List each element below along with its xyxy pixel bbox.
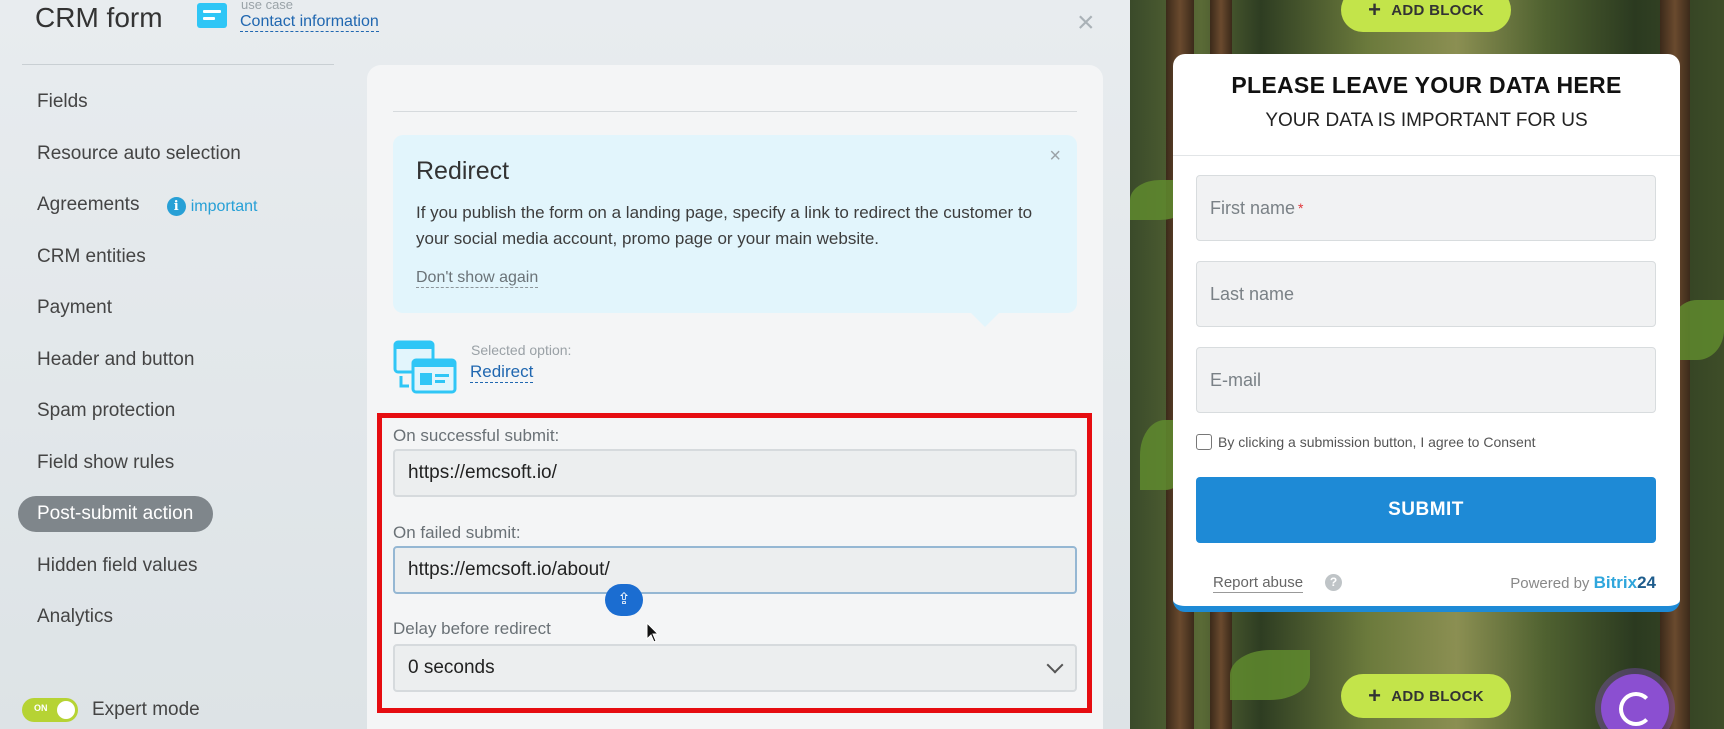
drag-handle-icon[interactable]: ⇪ — [605, 584, 643, 616]
form-title: PLEASE LEAVE YOUR DATA HERE — [1231, 72, 1622, 98]
form-icon — [197, 3, 227, 28]
toggle-on-text: ON — [34, 703, 48, 713]
sidebar-item-field-show-rules[interactable]: Field show rules — [18, 445, 194, 481]
sidebar-item-crm-entities[interactable]: CRM entities — [18, 239, 166, 275]
close-icon[interactable]: × — [1077, 6, 1095, 40]
delay-select[interactable]: 0 seconds — [393, 644, 1077, 692]
sidebar-nav: Fields Resource auto selection Agreement… — [18, 84, 338, 651]
add-block-button[interactable]: + ADD BLOCK — [1341, 0, 1511, 32]
expert-mode-toggle[interactable]: ON — [22, 698, 78, 722]
sidebar-item-label: Post-submit action — [37, 503, 194, 524]
failed-url-input[interactable]: https://emcsoft.io/about/ — [393, 546, 1077, 594]
leaf — [1230, 650, 1310, 700]
powered-by-text: Powered by — [1510, 575, 1590, 592]
sidebar-item-payment[interactable]: Payment — [18, 290, 132, 326]
sidebar-item-label: Field show rules — [37, 451, 175, 473]
first-name-field[interactable]: First name * — [1196, 175, 1656, 241]
report-abuse-link[interactable]: Report abuse — [1213, 574, 1304, 593]
sidebar-item-label: Analytics — [37, 606, 114, 627]
sidebar-item-spam-protection[interactable]: Spam protection — [18, 393, 195, 429]
brand-name: Bitrix — [1593, 573, 1638, 592]
add-block-label: ADD BLOCK — [1391, 1, 1484, 19]
sidebar-item-post-submit-action[interactable]: Post-submit action — [18, 496, 214, 532]
form-divider — [1173, 155, 1680, 156]
important-badge[interactable]: i important — [166, 189, 258, 225]
sidebar-item-label: Agreements — [37, 194, 140, 215]
chevron-down-icon — [1046, 656, 1064, 674]
selected-option-value[interactable]: Redirect — [470, 362, 534, 383]
bitrix24-logo: Bitrix24 — [1594, 573, 1656, 592]
plus-icon: + — [1368, 0, 1382, 22]
tip-text: If you publish the form on a landing pag… — [416, 203, 1033, 248]
selected-option-label: Selected option: — [471, 342, 572, 358]
powered-by: Powered by Bitrix24 — [1510, 573, 1656, 593]
close-icon[interactable]: × — [1049, 145, 1061, 168]
email-placeholder: E-mail — [1210, 370, 1262, 390]
last-name-field[interactable]: Last name — [1196, 261, 1656, 327]
sidebar-item-label: Fields — [37, 91, 88, 112]
required-mark: * — [1298, 200, 1304, 216]
important-label: important — [190, 197, 258, 215]
sidebar-item-label: Spam protection — [37, 400, 176, 421]
expert-mode-label: Expert mode — [92, 699, 200, 720]
last-name-placeholder: Last name — [1210, 284, 1295, 304]
delay-select-value: 0 seconds — [408, 657, 495, 678]
success-url-input[interactable]: https://emcsoft.io/ — [393, 449, 1077, 497]
consent-text: By clicking a submission button, I agree… — [1218, 434, 1536, 450]
sidebar-item-label: Hidden field values — [37, 554, 198, 576]
usecase-link[interactable]: Contact information — [240, 13, 379, 32]
submit-button[interactable]: SUBMIT — [1196, 477, 1656, 543]
add-block-button[interactable]: + ADD BLOCK — [1341, 674, 1511, 718]
tip-title: Redirect — [416, 157, 510, 185]
success-url-label: On successful submit: — [393, 426, 560, 445]
brand-number: 24 — [1637, 573, 1656, 592]
plus-icon: + — [1368, 683, 1382, 708]
form-subtitle: YOUR DATA IS IMPORTANT FOR US — [1265, 110, 1588, 131]
form-preview-card: PLEASE LEAVE YOUR DATA HERE YOUR DATA IS… — [1173, 54, 1680, 612]
first-name-placeholder: First name — [1210, 198, 1296, 218]
dont-show-again-link[interactable]: Don't show again — [416, 269, 539, 288]
sidebar-item-hidden-field-values[interactable]: Hidden field values — [18, 548, 218, 584]
consent-checkbox[interactable] — [1196, 434, 1212, 450]
mouse-cursor-icon — [646, 622, 660, 643]
sidebar-item-header-and-button[interactable]: Header and button — [18, 342, 214, 378]
toggle-knob — [57, 701, 75, 719]
add-block-label: ADD BLOCK — [1391, 687, 1484, 705]
card-divider — [393, 111, 1077, 112]
sidebar-divider — [22, 64, 334, 65]
app-title: CRM form — [35, 2, 163, 33]
expert-mode: ON Expert mode — [22, 698, 200, 722]
sidebar-item-label: Header and button — [37, 348, 195, 370]
sidebar-item-resource-auto-selection[interactable]: Resource auto selection — [18, 136, 261, 172]
delay-label: Delay before redirect — [393, 619, 551, 638]
failed-url-label: On failed submit: — [393, 523, 521, 542]
email-field[interactable]: E-mail — [1196, 347, 1656, 413]
help-icon[interactable]: ? — [1325, 574, 1342, 591]
usecase-label: use case — [241, 0, 294, 12]
info-icon: i — [166, 197, 186, 216]
redirect-tip: Redirect If you publish the form on a la… — [393, 135, 1077, 327]
sidebar-item-fields[interactable]: Fields — [18, 84, 108, 120]
sidebar-item-agreements[interactable]: Agreements i important — [18, 187, 277, 223]
sidebar-item-label: CRM entities — [37, 245, 146, 267]
consent-row: By clicking a submission button, I agree… — [1196, 434, 1536, 450]
sidebar-item-analytics[interactable]: Analytics — [18, 599, 133, 635]
redirect-windows-icon — [393, 340, 457, 394]
sidebar-item-label: Resource auto selection — [37, 142, 241, 164]
sidebar-item-label: Payment — [37, 297, 112, 318]
